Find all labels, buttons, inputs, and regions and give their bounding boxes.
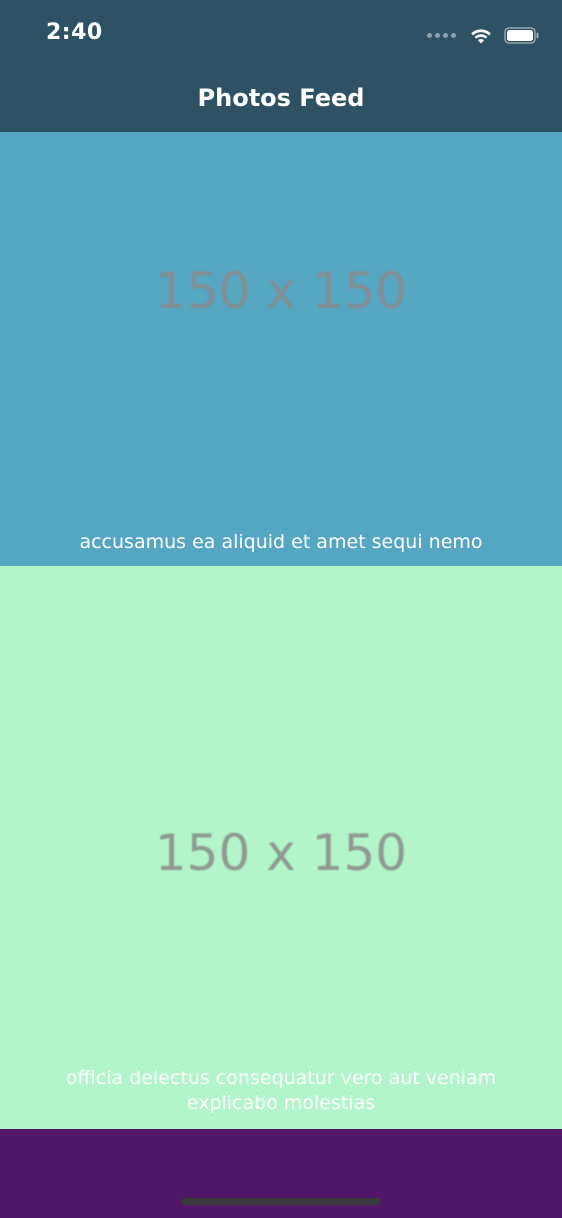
photo-caption: accusamus ea aliquid et amet sequi nemo [79,531,483,553]
screen: 2:40 Photos Feed 150 x 150 accusamus ea … [0,0,562,1218]
photo-caption: officia delectus consequatur vero aut ve… [65,1067,497,1114]
status-time: 2:40 [46,20,103,45]
photo-card[interactable]: 150 x 150 accusamus ea aliquid et amet s… [0,132,562,566]
photo-card[interactable]: 150 x 150 officia delectus consequatur v… [0,566,562,1129]
navigation-bar: 2:40 Photos Feed [0,0,562,132]
page-title: Photos Feed [197,84,365,112]
signal-dots-icon [427,32,456,38]
next-photo-card[interactable] [0,1129,562,1218]
photo-placeholder: 150 x 150 [154,824,408,882]
battery-icon [504,26,539,44]
home-indicator[interactable] [181,1198,381,1205]
status-icons [427,24,540,46]
wifi-icon [471,28,491,43]
photo-placeholder: 150 x 150 [154,262,408,320]
